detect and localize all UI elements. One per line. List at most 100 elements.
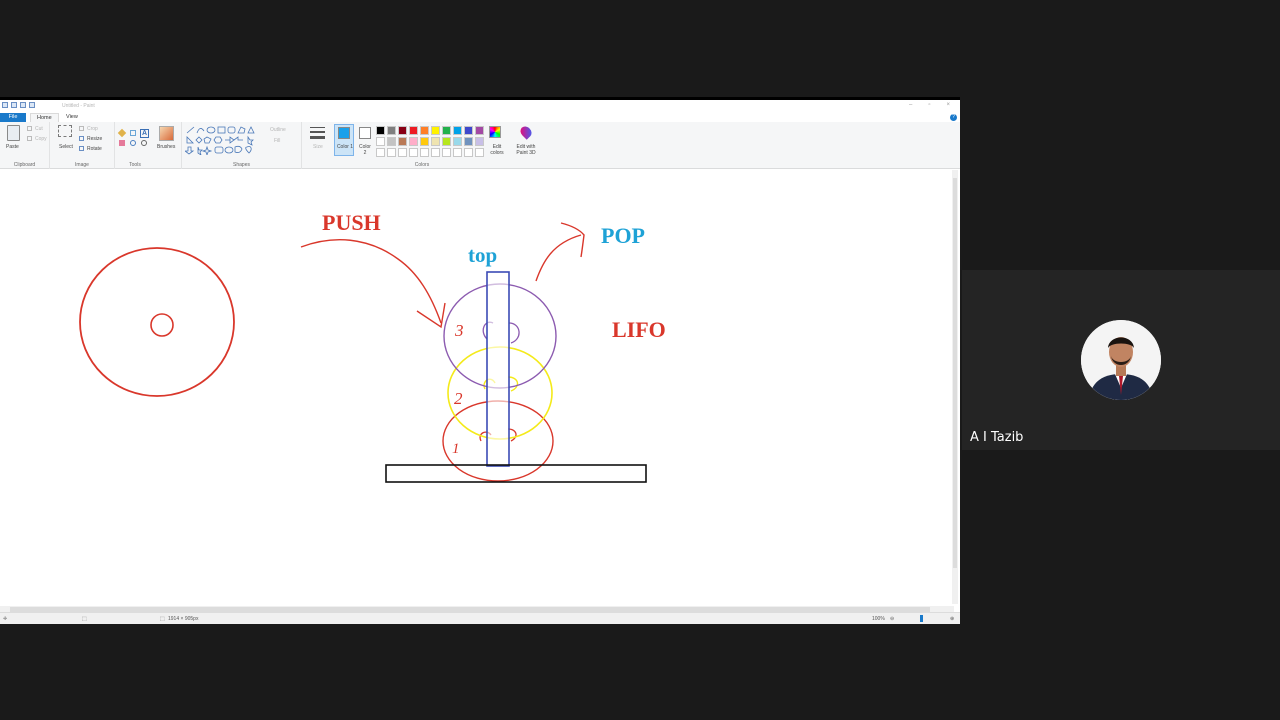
palette-color[interactable] (453, 126, 462, 135)
crop-icon (79, 126, 84, 131)
size-line-medium (310, 131, 325, 133)
participant-avatar-icon (1081, 320, 1161, 400)
copy-button[interactable]: Copy (35, 136, 47, 142)
pencil-icon[interactable] (117, 128, 127, 138)
vertical-scroll-thumb[interactable] (953, 178, 957, 568)
palette-color[interactable] (420, 137, 429, 146)
shapes-group: Outline Fill Shapes (182, 122, 302, 169)
lifo-label: LIFO (612, 317, 666, 342)
participant-name: A I Tazib (970, 430, 1024, 445)
palette-color[interactable] (376, 137, 385, 146)
palette-color[interactable] (409, 137, 418, 146)
color-picker-icon[interactable] (130, 140, 136, 146)
tab-view[interactable]: View (60, 113, 84, 122)
undo-icon[interactable] (20, 102, 26, 108)
crop-button[interactable]: Crop (87, 126, 98, 132)
disk1-number: 1 (452, 441, 460, 457)
custom-color-slot[interactable] (387, 148, 396, 157)
rotate-button[interactable]: Rotate (87, 146, 102, 152)
palette-color[interactable] (475, 137, 484, 146)
minimize-icon[interactable]: – (909, 102, 912, 108)
text-icon[interactable]: A (140, 129, 149, 138)
disk-drawing (79, 247, 235, 397)
select-icon[interactable] (58, 125, 72, 137)
custom-color-slot[interactable] (475, 148, 484, 157)
ribbon: Paste Cut Copy Clipboard Select Crop Res… (0, 122, 960, 169)
shapes-gallery[interactable] (185, 125, 260, 155)
size-line-thick[interactable] (310, 136, 325, 139)
close-icon[interactable]: × (946, 102, 950, 108)
palette-color[interactable] (420, 126, 429, 135)
push-arrowhead (416, 302, 446, 329)
edit-colors-button[interactable]: Edit colors (486, 144, 508, 156)
palette-color[interactable] (464, 137, 473, 146)
custom-color-slot[interactable] (442, 148, 451, 157)
palette-color[interactable] (442, 137, 451, 146)
canvas-area: PUSH POP top LIFO 3 2 1 (0, 170, 960, 613)
select-button[interactable]: Select (59, 144, 73, 150)
redo-icon[interactable] (29, 102, 35, 108)
custom-color-slot[interactable] (376, 148, 385, 157)
edit-colors-icon[interactable] (489, 126, 501, 138)
palette-color[interactable] (387, 137, 396, 146)
drawing-canvas[interactable]: PUSH POP top LIFO 3 2 1 (3, 171, 951, 605)
palette-color[interactable] (409, 126, 418, 135)
custom-color-slot[interactable] (420, 148, 429, 157)
paint3d-icon[interactable] (518, 124, 534, 140)
custom-color-slot[interactable] (409, 148, 418, 157)
palette-color[interactable] (387, 126, 396, 135)
color2-swatch[interactable] (359, 127, 371, 139)
tools-group-label: Tools (129, 162, 141, 168)
image-group: Select Crop Resize Rotate Image (50, 122, 115, 169)
save-icon[interactable] (11, 102, 17, 108)
paste-button[interactable]: Paste (6, 144, 19, 150)
color2-label: Color 2 (359, 144, 371, 156)
cut-button[interactable]: Cut (35, 126, 43, 132)
paint-window: Untitled - Paint – ▫ × File Home View ? … (0, 97, 960, 624)
palette-color[interactable] (398, 137, 407, 146)
disk-hole-drawing (150, 313, 174, 337)
custom-color-slot[interactable] (431, 148, 440, 157)
palette-color[interactable] (431, 137, 440, 146)
vertical-scrollbar[interactable] (952, 170, 958, 604)
brushes-button[interactable]: Brushes (157, 144, 175, 150)
magnifier-icon[interactable] (141, 140, 147, 146)
ribbon-tabs: File Home View ? (0, 112, 960, 122)
custom-color-slot[interactable] (453, 148, 462, 157)
custom-color-slot[interactable] (398, 148, 407, 157)
zoom-slider-thumb[interactable] (920, 615, 923, 622)
zoom-in-icon[interactable]: ⊕ (950, 616, 954, 622)
fill-icon[interactable] (130, 130, 136, 136)
cut-icon (27, 126, 32, 131)
pop-arrowhead (560, 222, 585, 258)
palette-color[interactable] (376, 126, 385, 135)
palette-color[interactable] (431, 126, 440, 135)
tab-home[interactable]: Home (30, 113, 59, 122)
push-label: PUSH (322, 210, 381, 235)
paint-app-icon (2, 102, 8, 108)
palette-color[interactable] (453, 137, 462, 146)
eraser-icon[interactable] (119, 140, 125, 146)
size-button[interactable]: Size (313, 144, 323, 150)
maximize-icon[interactable]: ▫ (928, 102, 930, 108)
quick-access-toolbar (2, 102, 35, 108)
resize-button[interactable]: Resize (87, 136, 102, 142)
rotate-icon (79, 146, 84, 151)
zoom-out-icon[interactable]: ⊖ (890, 616, 894, 622)
palette-color[interactable] (475, 126, 484, 135)
paste-icon[interactable] (7, 125, 20, 141)
palette-color[interactable] (464, 126, 473, 135)
cursor-position-icon: ✛ (3, 616, 8, 622)
tab-file[interactable]: File (0, 113, 26, 122)
outline-button[interactable]: Outline (270, 127, 286, 133)
custom-color-slot[interactable] (464, 148, 473, 157)
disk3-number: 3 (455, 321, 464, 340)
palette-color[interactable] (398, 126, 407, 135)
help-icon[interactable]: ? (950, 114, 957, 121)
fill-button[interactable]: Fill (274, 138, 280, 144)
clipboard-group: Paste Cut Copy Clipboard (0, 122, 50, 169)
participant-tile: A I Tazib (962, 270, 1280, 450)
palette-color[interactable] (442, 126, 451, 135)
edit-paint3d-button[interactable]: Edit with Paint 3D (512, 144, 540, 156)
brushes-icon[interactable] (159, 126, 174, 141)
